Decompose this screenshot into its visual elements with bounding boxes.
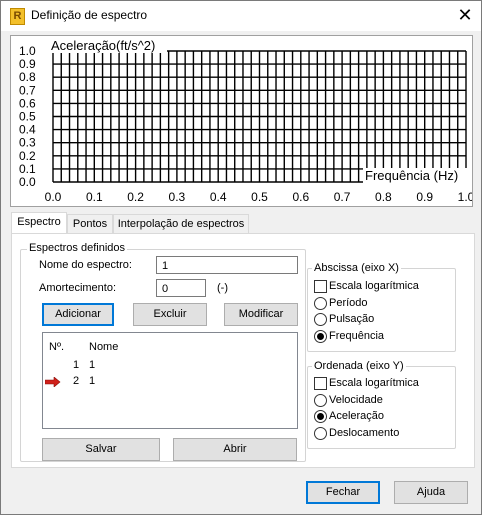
list-item[interactable]: 2 1 [43, 375, 295, 391]
list-item-number: 2 [73, 375, 80, 387]
tab-interpolacao-label: Interpolação de espectros [117, 218, 245, 230]
ordenada-log-label: Escala logarítmica [329, 377, 419, 389]
y-tick-label: 0.5 [19, 110, 36, 124]
y-tick-label: 0.6 [19, 96, 36, 110]
name-label: Nome do espectro: [39, 259, 132, 271]
ordenada-label-velocidade: Velocidade [329, 394, 383, 406]
ordenada-radio-deslocamento[interactable] [314, 427, 327, 440]
y-axis-label: Aceleração(ft/s^2) [51, 38, 155, 53]
abscissa-log-checkbox[interactable] [314, 280, 327, 293]
list-item-name: 1 [89, 359, 96, 371]
x-tick-label: 0.2 [127, 190, 144, 204]
x-tick-label: 1.0 [458, 190, 472, 204]
y-tick-label: 0.9 [19, 57, 36, 71]
ordenada-label-aceleracao: Aceleração [329, 410, 385, 422]
close-button[interactable]: Fechar [306, 481, 380, 504]
y-tick-label: 0.7 [19, 83, 36, 97]
tab-pontos-label: Pontos [72, 218, 108, 230]
x-tick-label: 0.6 [292, 190, 309, 204]
spectrum-chart: 0.0 0.1 0.2 0.3 0.4 0.5 0.6 0.7 0.8 0.9 1.0 0.0 0.1 0… [10, 35, 475, 207]
abscissa-radio-frequencia[interactable] [314, 330, 327, 343]
abscissa-radio-periodo[interactable] [314, 297, 327, 310]
tab-espectro-label: Espectro [17, 216, 61, 228]
y-tick-label: 1.0 [19, 44, 36, 58]
x-tick-label: 0.7 [334, 190, 351, 204]
ordenada-radio-velocidade[interactable] [314, 394, 327, 407]
damping-unit: (-) [217, 282, 228, 294]
abscissa-label-periodo: Período [329, 297, 368, 309]
ordenada-group-title: Ordenada (eixo Y) [312, 360, 406, 372]
ordenada-label-deslocamento: Deslocamento [329, 427, 400, 439]
close-icon[interactable]: ✕ [455, 4, 475, 26]
x-tick-label: 0.5 [251, 190, 268, 204]
ordenada-log-checkbox[interactable] [314, 377, 327, 390]
y-tick-label: 0.8 [19, 70, 36, 84]
chart-canvas: 0.00.10.20.30.40.50.60.70.80.91.00.0 0.1 0… [19, 38, 475, 204]
tab-interpolacao[interactable]: Interpolação de espectros [113, 214, 249, 234]
abscissa-group-title: Abscissa (eixo X) [312, 262, 401, 274]
x-tick-label: 0.0 [45, 190, 62, 204]
list-item-name: 1 [89, 375, 96, 387]
list-header-name[interactable]: Nome [89, 341, 118, 353]
abscissa-label-frequencia: Frequência [329, 330, 385, 342]
open-button[interactable]: Abrir [173, 438, 297, 461]
modify-button[interactable]: Modificar [224, 303, 298, 326]
list-item[interactable]: 1 1 [43, 359, 295, 375]
espectros-group-title: Espectros definidos [27, 242, 127, 254]
app-icon: R [10, 8, 25, 25]
current-arrow-icon [45, 377, 61, 387]
y-tick-label: 0.3 [19, 136, 36, 150]
x-tick-label: 0.3 [169, 190, 186, 204]
damping-label: Amortecimento: [39, 282, 117, 294]
y-tick-label: 0.4 [19, 123, 36, 137]
save-button[interactable]: Salvar [42, 438, 160, 461]
ordenada-radio-aceleracao[interactable] [314, 410, 327, 423]
delete-button[interactable]: Excluir [133, 303, 207, 326]
add-button[interactable]: Adicionar [42, 303, 114, 326]
y-tick-label: 0.2 [19, 149, 36, 163]
list-header-number[interactable]: Nº. [49, 341, 64, 353]
tab-espectro[interactable]: Espectro [11, 212, 67, 234]
x-tick-label: 0.9 [416, 190, 433, 204]
abscissa-log-label: Escala logarítmica [329, 280, 419, 292]
y-tick-label: 0.0 [19, 175, 36, 189]
spectra-list[interactable]: Nº. Nome 1 1 2 1 [42, 332, 298, 429]
help-button[interactable]: Ajuda [394, 481, 468, 504]
list-item-number: 1 [73, 359, 80, 371]
x-tick-label: 0.4 [210, 190, 227, 204]
abscissa-radio-pulsacao[interactable] [314, 313, 327, 326]
x-tick-label: 0.8 [375, 190, 392, 204]
x-axis-label: Frequência (Hz) [365, 168, 458, 183]
name-input[interactable]: 1 [156, 256, 298, 274]
x-tick-label: 0.1 [86, 190, 103, 204]
tab-pontos[interactable]: Pontos [67, 214, 113, 234]
damping-input[interactable]: 0 [156, 279, 206, 297]
y-tick-label: 0.1 [19, 162, 36, 176]
window-title: Definição de espectro [31, 8, 148, 22]
abscissa-label-pulsacao: Pulsação [329, 313, 375, 325]
